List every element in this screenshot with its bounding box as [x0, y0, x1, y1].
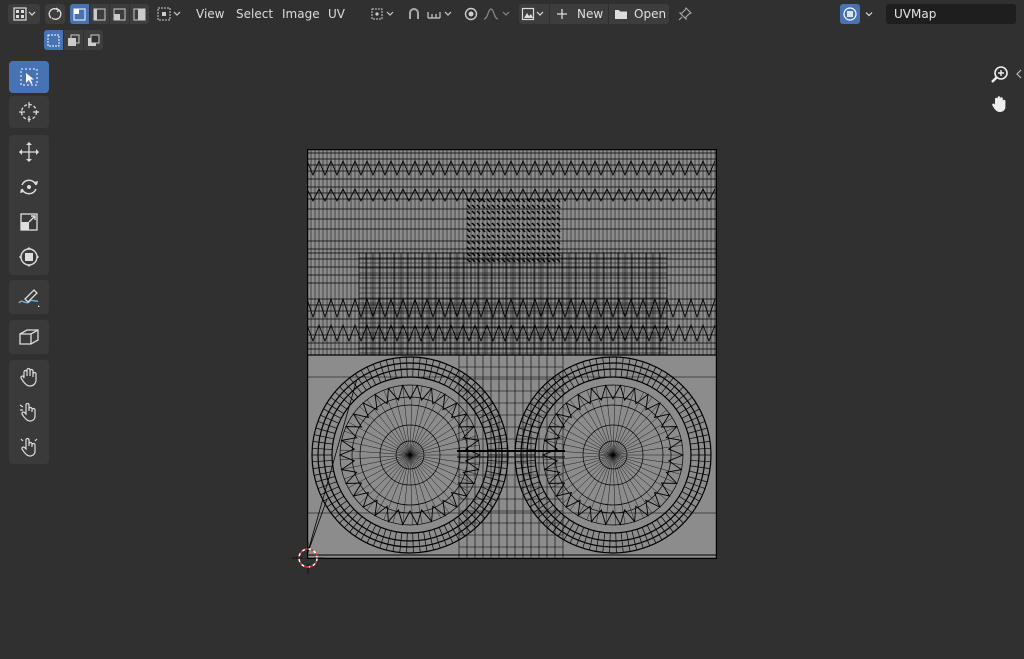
hand-icon — [992, 96, 1006, 112]
uv-editor-icon — [13, 7, 36, 21]
sidebar-toggle[interactable] — [1015, 68, 1023, 83]
menu-view[interactable]: View — [193, 5, 227, 23]
tool-rip-region[interactable] — [9, 321, 49, 353]
rip-region-icon — [19, 329, 39, 345]
toolbar-group-transform — [9, 135, 49, 275]
editor-header: View Select Image UV New Open UVMap — [0, 0, 1024, 28]
selection-mode-extend-button[interactable] — [64, 30, 83, 50]
open-image-button[interactable]: Open — [609, 4, 669, 24]
select-new-icon — [47, 34, 60, 46]
transform-icon — [19, 247, 39, 267]
snap-increment-icon — [427, 11, 452, 19]
snap-icon — [409, 8, 419, 19]
tool-annotate[interactable] — [9, 281, 49, 313]
pan-gizmo[interactable] — [988, 92, 1012, 116]
snap-toggle[interactable] — [404, 4, 424, 24]
toolbar-group-select — [9, 60, 49, 130]
editor-type-dropdown[interactable] — [8, 4, 40, 24]
select-subtract-icon — [88, 34, 100, 46]
pivot-point-icon — [371, 8, 394, 20]
open-label: Open — [634, 7, 667, 21]
vertex-select-icon — [73, 8, 86, 20]
pinch-icon — [20, 437, 38, 457]
toolbar-group-rip — [9, 320, 49, 354]
falloff-icon — [483, 8, 510, 20]
move-icon — [19, 142, 39, 162]
plus-icon — [557, 9, 567, 19]
tool-relax[interactable] — [9, 396, 49, 428]
2d-cursor — [292, 542, 324, 574]
pin-icon — [678, 7, 692, 21]
tool-move[interactable] — [9, 136, 49, 168]
sync-selection-button[interactable] — [45, 4, 65, 24]
edge-select-icon — [93, 8, 106, 20]
grab-icon — [20, 367, 37, 387]
rotate-icon — [20, 179, 38, 195]
tool-grab[interactable] — [9, 361, 49, 393]
scale-icon — [20, 213, 38, 231]
tool-select-box[interactable] — [9, 61, 49, 93]
tool-cursor[interactable] — [9, 96, 49, 128]
sticky-selection-icon — [157, 7, 181, 21]
menu-uv[interactable]: UV — [325, 5, 348, 23]
menu-image[interactable]: Image — [279, 5, 323, 23]
new-label: New — [577, 7, 604, 21]
island-select-icon — [133, 8, 146, 20]
cursor-icon — [19, 102, 39, 122]
folder-icon — [615, 10, 627, 19]
proportional-edit-toggle[interactable] — [461, 4, 481, 24]
new-image-button[interactable]: New — [550, 4, 608, 24]
uv-map-field[interactable]: UVMap — [886, 4, 1016, 24]
image-browse-dropdown[interactable] — [519, 4, 549, 24]
tool-rotate[interactable] — [9, 171, 49, 203]
uv-layer-button[interactable] — [840, 4, 860, 24]
image-browse-icon — [521, 7, 544, 21]
select-box-icon — [20, 68, 38, 86]
uv-layer-icon — [843, 7, 857, 21]
pivot-point-dropdown[interactable] — [369, 4, 399, 24]
select-extend-icon — [68, 34, 80, 46]
tool-scale[interactable] — [9, 206, 49, 238]
selection-mode-subtract-button[interactable] — [84, 30, 103, 50]
vertex-select-mode-button[interactable] — [70, 4, 89, 24]
tool-transform[interactable] — [9, 241, 49, 273]
uv-image-background — [307, 149, 717, 559]
uv-image-canvas[interactable] — [307, 149, 717, 559]
menu-select[interactable]: Select — [233, 5, 276, 23]
face-select-mode-button[interactable] — [110, 4, 129, 24]
chevron-down-icon — [865, 12, 873, 17]
face-select-icon — [113, 8, 126, 20]
selection-mode-new-button[interactable] — [44, 30, 63, 50]
edge-select-mode-button[interactable] — [90, 4, 109, 24]
toolbar-group-annotate — [9, 280, 49, 314]
proportional-falloff-dropdown[interactable] — [482, 4, 514, 24]
uv-layer-dropdown[interactable] — [860, 4, 878, 24]
island-select-mode-button[interactable] — [130, 4, 149, 24]
proportional-edit-icon — [464, 7, 478, 21]
zoom-icon — [991, 66, 1008, 83]
zoom-gizmo[interactable] — [988, 63, 1012, 87]
tool-pinch[interactable] — [9, 431, 49, 463]
chevron-left-icon — [1016, 69, 1022, 79]
annotate-icon — [18, 289, 40, 307]
pin-image-toggle[interactable] — [675, 4, 695, 24]
relax-icon — [19, 402, 36, 422]
sync-selection-icon — [48, 7, 62, 20]
toolbar-group-sculpt — [9, 360, 49, 464]
snap-target-dropdown[interactable] — [425, 4, 457, 24]
sticky-selection-dropdown[interactable] — [156, 4, 184, 24]
